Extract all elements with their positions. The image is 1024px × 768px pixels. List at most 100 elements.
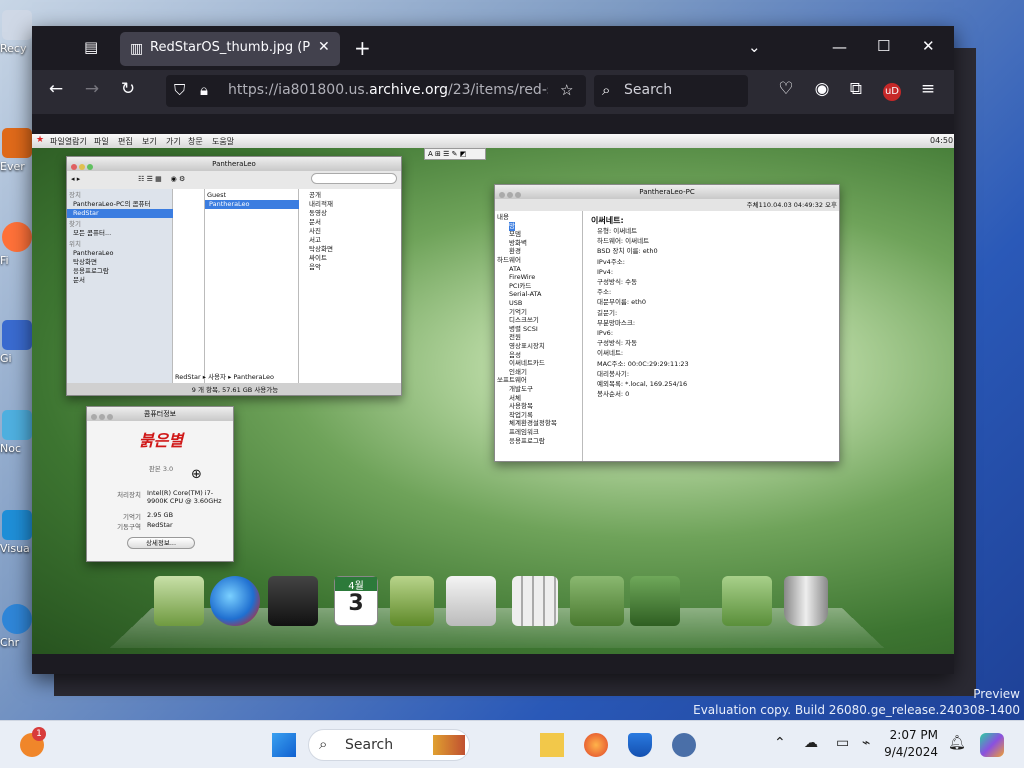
bookmark-star-icon[interactable]: ☆: [560, 81, 573, 99]
menu-window: 창문: [188, 137, 203, 146]
desktop-icon-firefox[interactable]: Fi: [0, 222, 34, 267]
start-windows-icon[interactable]: [272, 733, 296, 757]
url-text: https://ia801800.us.archive.org/23/items…: [228, 82, 548, 98]
forward-button[interactable]: →: [80, 79, 104, 99]
menu-file: 파일: [94, 137, 109, 146]
about-boot-label: 기동구역: [117, 523, 141, 531]
tab-overflow-chevron-icon[interactable]: ⌄: [748, 38, 761, 56]
input-method-toolbar: A ⊞ ☰ ✎ ◩: [424, 148, 486, 160]
about-cpu-value: Intel(R) Core(TM) i7-9900K CPU @ 3.60GHz: [147, 489, 222, 505]
pocket-icon[interactable]: ♡: [774, 79, 798, 99]
sysinfo-detail-row: MAC주소: 00:0C:29:29:11:23: [597, 359, 689, 368]
finder-search-field[interactable]: [311, 173, 397, 184]
maximize-button[interactable]: ☐: [877, 37, 890, 55]
finder-sidebar: 장치 PantheraLeo-PC의 콤퓨터 RedStar 찾기 모든 콤퓨터…: [67, 189, 173, 383]
new-tab-button[interactable]: +: [354, 36, 371, 60]
close-button[interactable]: ✕: [922, 37, 935, 55]
notification-bell-icon[interactable]: 🔔︎: [948, 735, 966, 751]
system-monitor-icon[interactable]: [630, 576, 680, 626]
chevron-up-icon[interactable]: ⌃: [774, 735, 786, 751]
globe-browser-icon[interactable]: [210, 576, 260, 626]
settings-tools-icon[interactable]: [570, 576, 624, 626]
sysinfo-detail-row: 대문부이름: eth0: [597, 298, 646, 307]
sysinfo-titlebar: PantheraLeo-PC: [495, 185, 839, 199]
desktop-icon-vscode[interactable]: Visua C: [0, 510, 41, 555]
finder-status-bar: 9 개 항목, 57.61 GB 사용가능: [67, 383, 401, 395]
about-mem-value: 2.95 GB: [147, 511, 174, 519]
desktop-icon-git[interactable]: Gi: [0, 320, 34, 365]
firefox-window: ▤ ▥ RedStarOS_thumb.jpg (PNG Im ✕ + ⌄ — …: [32, 26, 954, 674]
sysinfo-detail-row: 길문기:: [597, 308, 618, 317]
settings-gear-icon[interactable]: [672, 733, 696, 757]
finder-window: PantheraLeo ◂ ▸ ☷ ☰ ▦ ◉ ⚙ 장치 PantheraLeo…: [66, 156, 402, 396]
git-icon: [2, 320, 32, 350]
search-input[interactable]: ⌕ Search: [594, 75, 748, 107]
firefox-icon[interactable]: [584, 733, 608, 757]
sysinfo-detail-row: 구성방식: 수동: [597, 278, 638, 286]
video-player-icon[interactable]: [268, 576, 318, 626]
security-shield-icon[interactable]: [628, 733, 652, 757]
trash-icon[interactable]: [784, 576, 828, 626]
downloads-folder-icon[interactable]: [722, 576, 772, 626]
file-explorer-icon[interactable]: [540, 733, 564, 757]
account-icon[interactable]: ◉: [810, 79, 834, 99]
menu-file-browser: 파일열람기: [50, 137, 87, 146]
desktop-icon-chrome[interactable]: Chr: [0, 604, 34, 649]
onedrive-icon[interactable]: ☁: [804, 735, 818, 751]
more-info-button[interactable]: 상세정보...: [127, 537, 195, 549]
sysinfo-detail-row: 구성방식: 자동: [597, 339, 638, 348]
extensions-icon[interactable]: ⧉: [844, 79, 868, 99]
desktop-icon-everything[interactable]: Ever: [0, 128, 34, 173]
taskbar-clock[interactable]: 2:07 PM 9/4/2024: [880, 727, 938, 761]
redstar-clock: 04:50: [930, 136, 954, 145]
about-boot-value: RedStar: [147, 521, 173, 529]
search-icon: ⌕: [602, 81, 611, 99]
sysinfo-detail-row: 주소:: [597, 288, 612, 297]
menu-hamburger-icon[interactable]: ≡: [916, 79, 940, 99]
url-bar[interactable]: ⛉ 🔒︎ https://ia801800.us.archive.org/23/…: [166, 75, 586, 107]
search-magnifier-icon[interactable]: [446, 576, 496, 626]
sysinfo-tree-item[interactable]: 응용프로그람: [509, 437, 545, 446]
about-titlebar: 콤퓨터정보: [87, 407, 233, 421]
ublock-origin-icon[interactable]: uD: [883, 83, 901, 101]
sysinfo-detail-row: IPv6:: [597, 329, 614, 337]
finder-path-bar: RedStar ▸ 사용자 ▸ PantheraLeo: [175, 373, 274, 381]
windows-watermark: Preview Evaluation copy. Build 26080.ge_…: [693, 687, 1020, 717]
visual-studio-code-icon: [2, 510, 32, 540]
calculator-icon[interactable]: [512, 576, 558, 626]
tab-image[interactable]: ▥ RedStarOS_thumb.jpg (PNG Im ✕: [120, 32, 340, 66]
lock-icon[interactable]: 🔒︎: [200, 81, 208, 99]
sysinfo-tree: 내용 망 모뎀 방화벽 환경 하드웨어 ATA FireWire PCI카드 Serial-ATA…: [495, 211, 583, 461]
about-mem-label: 기억기: [123, 513, 141, 521]
calendar-icon[interactable]: 4월 3: [334, 576, 378, 626]
about-version: 판본 3.0: [148, 465, 174, 473]
menu-go: 가기: [166, 137, 181, 146]
page-content: ★ 파일열람기 파일 편집 보기 가기 창문 도움말 04:50 A ⊞ ☰ ✎…: [32, 114, 954, 674]
everything-icon: [2, 128, 32, 158]
tab-list-icon[interactable]: ▤: [84, 38, 98, 56]
firefox-icon: [2, 222, 32, 252]
back-button[interactable]: ←: [44, 79, 68, 99]
search-icon: ⌕: [319, 735, 328, 753]
desktop-icon-notepad[interactable]: Noc: [0, 410, 34, 455]
taskbar-search-input[interactable]: ⌕ Search: [308, 729, 470, 761]
network-icon[interactable]: ⌁: [862, 735, 870, 751]
sysinfo-detail-title: 이써네트:: [591, 216, 624, 225]
photos-icon[interactable]: [154, 576, 204, 626]
sysinfo-detail-row: BSD 장치 이름: eth0: [597, 247, 658, 256]
copilot-icon[interactable]: [980, 733, 1004, 757]
display-icon[interactable]: ▭: [836, 735, 849, 751]
zoom-cursor-icon: ⊕: [191, 467, 202, 482]
minimize-button[interactable]: —: [832, 38, 847, 56]
sysinfo-tree-item[interactable]: 내용: [497, 213, 509, 222]
desktop-icon-recycle-bin[interactable]: Recy: [0, 10, 34, 55]
contacts-icon[interactable]: [390, 576, 434, 626]
sysinfo-detail-row: 하드웨어: 이써네트: [597, 237, 650, 246]
tab-bar: ▤ ▥ RedStarOS_thumb.jpg (PNG Im ✕ + ⌄ — …: [32, 26, 954, 70]
finder-column-3: 공개 내리적재 동영상 문서 사진 서고 탁상화면 싸이트 음악: [299, 189, 401, 383]
notification-badge: 1: [32, 727, 46, 741]
tracking-shield-icon[interactable]: ⛉: [174, 81, 185, 99]
navigation-bar: ← → ↻ ⛉ 🔒︎ https://ia801800.us.archive.o…: [32, 70, 954, 114]
tab-close-icon[interactable]: ✕: [318, 39, 330, 55]
reload-button[interactable]: ↻: [116, 79, 140, 99]
